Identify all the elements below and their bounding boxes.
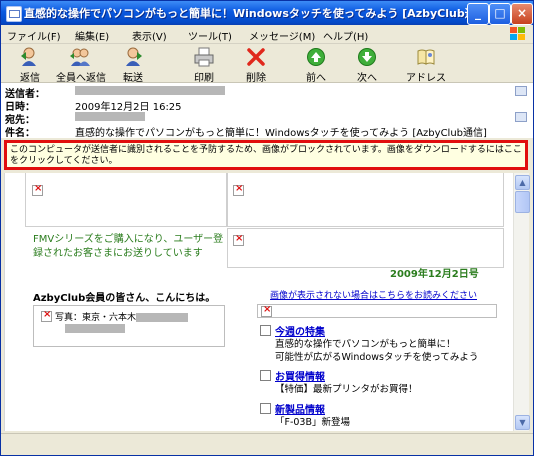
status-bar	[1, 433, 533, 455]
contact-card-icon[interactable]	[515, 86, 527, 96]
mail-message-icon	[6, 6, 22, 22]
blocked-images-infobar[interactable]: このコンピュータが送信者に識別されることを予防するため、画像がブロックされていま…	[4, 140, 528, 170]
message-body: FMVシリーズをご購入になり、ユーザー登録されたお客さまにお送りしています 20…	[4, 173, 514, 431]
reply-all-icon	[70, 48, 90, 66]
image-cell	[227, 173, 504, 227]
menu-edit[interactable]: 編集(E)	[75, 28, 109, 43]
title-bar[interactable]: 直感的な操作でパソコンがもっと簡単に！Windowsタッチを使ってみよう [Az…	[1, 1, 533, 25]
reply-all-button[interactable]: 全員へ返信	[56, 47, 106, 84]
menu-view[interactable]: 表示(V)	[132, 28, 167, 43]
image-help-link[interactable]: 画像が表示されない場合はこちらをお読みください	[270, 288, 477, 301]
reply-button[interactable]: 返信	[5, 47, 55, 84]
feature-line-2: 可能性が広がるWindowsタッチを使ってみよう	[275, 352, 479, 363]
menu-bar: ファイル(F) 編集(E) 表示(V) ツール(T) メッセージ(M) ヘルプ(…	[1, 25, 533, 44]
new-products-line-1: 「F-03B」新登場	[275, 417, 350, 428]
subject-label: 件名：	[5, 128, 35, 139]
photo-caption: 写真：東京・六本木	[55, 310, 189, 323]
printer-icon	[194, 47, 214, 67]
subject-value: 直感的な操作でパソコンがもっと簡単に！Windowsタッチを使ってみよう [Az…	[75, 128, 487, 139]
contact-card-icon[interactable]	[515, 112, 527, 122]
section-bullet-icon	[260, 370, 271, 381]
menu-help[interactable]: ヘルプ(H)	[323, 28, 368, 43]
section-bullet-icon	[260, 325, 271, 336]
up-arrow-icon	[307, 48, 325, 66]
toolbar: 返信 全員へ返信 転送 印刷 削除 前へ 次へ アドレス	[1, 44, 533, 84]
menu-file[interactable]: ファイル(F)	[7, 28, 61, 43]
forward-icon	[126, 47, 142, 66]
registration-note: FMVシリーズをご購入になり、ユーザー登録されたお客さまにお送りしています	[33, 234, 224, 259]
next-button[interactable]: 次へ	[342, 47, 392, 84]
broken-image-icon	[261, 304, 272, 317]
broken-image-icon	[32, 183, 43, 196]
delete-icon	[247, 48, 265, 66]
maximize-button[interactable]: □	[489, 3, 511, 25]
to-value	[75, 111, 145, 122]
message-header: 送信者： 日時： 2009年12月2日 16:25 宛先： 件名： 直感的な操作…	[1, 83, 533, 139]
scroll-down-button[interactable]: ▼	[515, 415, 530, 430]
image-cell	[25, 173, 227, 227]
vertical-scrollbar[interactable]: ▲ ▼	[513, 173, 530, 431]
image-cell	[227, 228, 504, 268]
windows-logo-icon	[510, 27, 525, 40]
broken-image-icon	[41, 309, 52, 322]
minimize-button[interactable]: _	[467, 3, 489, 25]
section-header-image	[257, 304, 497, 318]
print-button[interactable]: 印刷	[179, 47, 229, 84]
scroll-up-button[interactable]: ▲	[515, 175, 530, 190]
forward-button[interactable]: 転送	[108, 47, 158, 84]
mail-window: 直感的な操作でパソコンがもっと簡単に！Windowsタッチを使ってみよう [Az…	[0, 0, 534, 456]
menu-message[interactable]: メッセージ(M)	[249, 28, 315, 43]
broken-image-icon	[233, 233, 244, 246]
section-bullet-icon	[260, 403, 271, 414]
feature-line-1: 直感的な操作でパソコンがもっと簡単に！	[275, 339, 456, 350]
issue-date: 2009年12月2日号	[390, 269, 479, 280]
down-arrow-icon	[358, 48, 376, 66]
greeting: AzbyClub会員の皆さん、こんにちは。	[33, 293, 216, 304]
window-title: 直感的な操作でパソコンがもっと簡単に！Windowsタッチを使ってみよう [Az…	[24, 7, 534, 20]
scroll-thumb[interactable]	[515, 191, 530, 213]
menu-tools[interactable]: ツール(T)	[188, 28, 232, 43]
address-book-icon	[417, 49, 435, 65]
previous-button[interactable]: 前へ	[291, 47, 341, 84]
delete-button[interactable]: 削除	[231, 47, 281, 84]
reply-icon	[21, 47, 36, 66]
address-book-button[interactable]: アドレス	[401, 47, 451, 84]
photo-caption-blur	[65, 323, 125, 334]
close-button[interactable]: ×	[511, 3, 533, 25]
broken-image-icon	[233, 183, 244, 196]
from-value	[75, 85, 225, 96]
deals-line-1: 【特価】最新プリンタがお買得！	[275, 384, 418, 395]
infobar-text: このコンピュータが送信者に識別されることを予防するため、画像がブロックされていま…	[10, 145, 522, 166]
